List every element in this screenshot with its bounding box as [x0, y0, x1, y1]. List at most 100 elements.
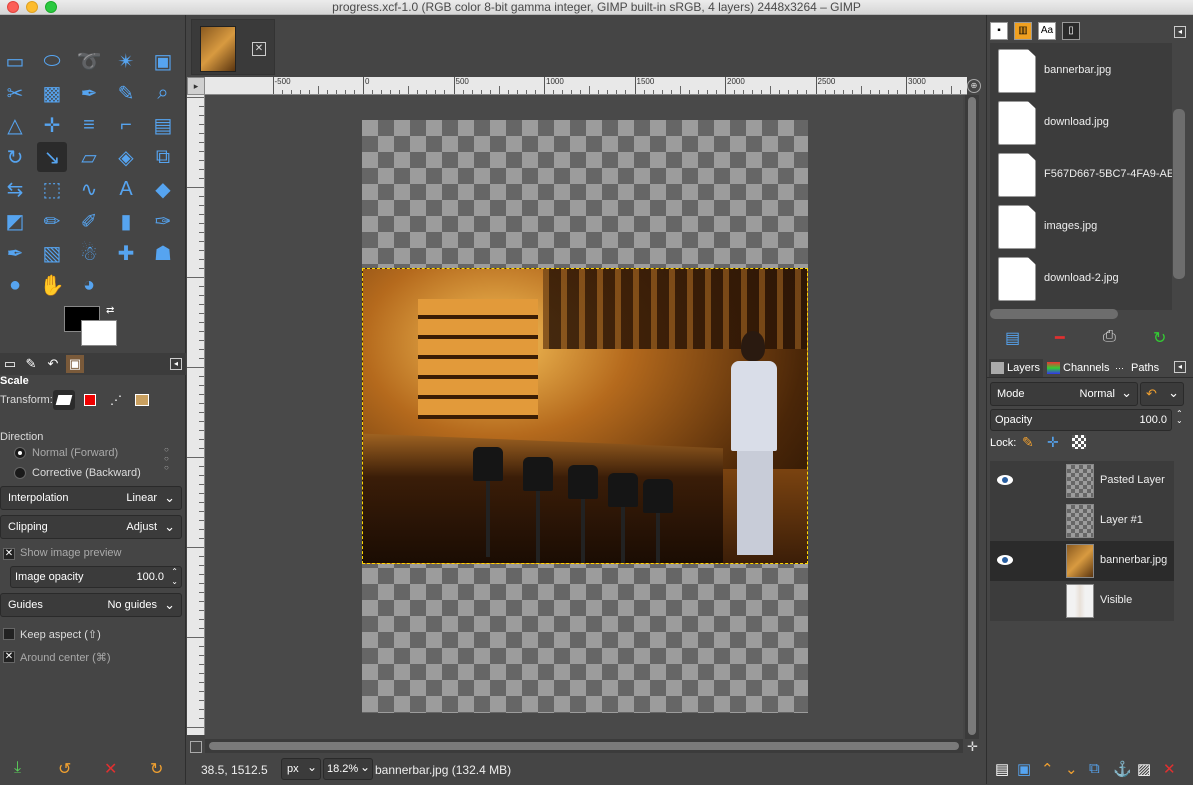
mypaint-brush-icon[interactable]: ▧ — [37, 238, 67, 268]
zoom-select[interactable]: 18.2% ⌄ — [323, 758, 373, 780]
image-tab[interactable]: ✕ — [191, 19, 275, 75]
crop-icon[interactable]: ⌐ — [111, 110, 141, 140]
raise-layer-icon[interactable]: ⌃ — [1041, 760, 1054, 778]
ellipse-select-icon[interactable]: ⬭ — [37, 46, 67, 76]
document-list-scrollbar[interactable] — [1173, 109, 1185, 279]
restore-options-icon[interactable]: ↺ — [58, 759, 71, 779]
fonts-tab-icon[interactable]: Aa — [1038, 22, 1056, 40]
list-item[interactable]: download.jpg — [990, 97, 1172, 149]
list-item[interactable]: images.jpg — [990, 201, 1172, 253]
bucket-fill-icon[interactable]: ◆ — [148, 174, 178, 204]
zoom-icon[interactable]: ⌕ — [148, 78, 178, 108]
transform-layer-icon[interactable] — [53, 390, 75, 410]
clipping-combo[interactable]: Clipping Adjust ⌄ — [0, 515, 182, 539]
brushes-tab-icon[interactable]: ▪ — [990, 22, 1008, 40]
align-icon[interactable]: ≡ — [74, 110, 104, 140]
tab-channels[interactable]: Channels — [1045, 359, 1111, 377]
duplicate-layer-icon[interactable]: ⧉ — [1089, 760, 1100, 777]
flip-icon[interactable]: ⇆ — [0, 174, 30, 204]
unified-transform-icon[interactable]: ▤ — [148, 110, 178, 140]
tab-layers[interactable]: Layers — [989, 359, 1043, 377]
navigate-icon[interactable]: ✛ — [967, 739, 978, 755]
layer-row[interactable]: Pasted Layer — [990, 461, 1174, 501]
eye-icon[interactable] — [996, 474, 1014, 488]
eye-icon[interactable] — [996, 554, 1014, 568]
new-layer-group-icon[interactable]: ▣ — [1017, 760, 1031, 778]
gradient-icon[interactable]: ◩ — [0, 206, 30, 236]
layer-opacity-slider[interactable]: Opacity 100.0 — [990, 409, 1172, 431]
image-layer-bannerbar[interactable] — [362, 268, 808, 564]
lower-layer-icon[interactable]: ⌄ — [1065, 760, 1078, 778]
perspective-clone-icon[interactable]: ☗ — [148, 238, 178, 268]
tool-options-tab-icon[interactable]: ▭ — [1, 355, 19, 373]
patterns-tab-icon[interactable]: ▥ — [1014, 22, 1032, 40]
interpolation-combo[interactable]: Interpolation Linear ⌄ — [0, 486, 182, 510]
composite-mode-combo[interactable]: ↶ ⌄ — [1140, 382, 1184, 406]
eraser-icon[interactable]: ▮ — [111, 206, 141, 236]
vertical-ruler[interactable] — [187, 95, 205, 735]
transform-selection-icon[interactable] — [79, 390, 101, 410]
document-list-hscrollbar[interactable] — [990, 309, 1118, 319]
tab-paths[interactable]: ⋯ Paths — [1113, 359, 1167, 377]
layer-row[interactable]: Layer #1 — [990, 501, 1174, 541]
lock-pixels-icon[interactable]: ✎ — [1022, 434, 1034, 451]
zoom-to-fit-icon[interactable]: ⊕ — [967, 79, 981, 93]
smudge-icon[interactable]: ✋ — [37, 270, 67, 300]
scale-icon[interactable]: ↘ — [37, 142, 67, 172]
horizontal-scrollbar[interactable] — [205, 739, 963, 753]
free-select-icon[interactable]: ➰ — [74, 46, 104, 76]
mode-combo[interactable]: Mode Normal ⌄ — [990, 382, 1138, 406]
warp-icon[interactable]: ∿ — [74, 174, 104, 204]
panel-menu-icon[interactable]: ◂ — [1174, 361, 1186, 373]
transform-path-icon[interactable]: ⋰ — [105, 390, 127, 410]
image-viewport[interactable] — [205, 95, 963, 739]
move-icon[interactable]: ✛ — [37, 110, 67, 140]
reset-options-icon[interactable]: ↻ — [150, 759, 163, 779]
visibility-toggle[interactable] — [996, 514, 1014, 528]
close-icon[interactable]: ✕ — [252, 42, 266, 56]
visibility-toggle[interactable] — [996, 594, 1014, 608]
color-select-icon[interactable]: ▣ — [148, 46, 178, 76]
chain-link-icon[interactable]: ○ ○ ○ — [164, 445, 169, 472]
shear-icon[interactable]: ▱ — [74, 142, 104, 172]
airbrush-icon[interactable]: ✑ — [148, 206, 178, 236]
device-status-tab-icon[interactable]: ✎ — [22, 355, 40, 373]
transform-image-icon[interactable] — [131, 390, 153, 410]
remove-document-icon[interactable]: ━ — [1055, 328, 1065, 348]
rotate-icon[interactable]: ↻ — [0, 142, 30, 172]
perspective-icon[interactable]: ◈ — [111, 142, 141, 172]
print-icon[interactable]: ⎙ — [1103, 328, 1116, 346]
color-picker-icon[interactable]: ✎ — [111, 78, 141, 108]
images-tab-icon[interactable]: ▣ — [66, 355, 84, 373]
fuzzy-select-icon[interactable]: ✴ — [111, 46, 141, 76]
opacity-spinner-icon[interactable]: ⌃ ⌄ — [1176, 410, 1186, 425]
quick-mask-toggle[interactable] — [190, 741, 202, 753]
keep-aspect-checkbox[interactable] — [3, 628, 15, 640]
unit-select[interactable]: px ⌄ — [281, 758, 321, 780]
document-history-tab-icon[interactable]: ▯ — [1062, 22, 1080, 40]
save-options-icon[interactable]: ⤓ — [14, 759, 21, 777]
dodge-burn-icon[interactable]: ◕ — [74, 270, 104, 300]
clone-icon[interactable]: ☃ — [74, 238, 104, 268]
anchor-layer-icon[interactable]: ⚓ — [1113, 760, 1132, 778]
blur-icon[interactable]: ● — [0, 270, 30, 300]
around-center-checkbox[interactable]: ✕ — [3, 651, 15, 663]
vertical-scrollbar[interactable] — [965, 95, 979, 739]
delete-options-icon[interactable]: ✕ — [104, 759, 117, 779]
quick-mask-menu-icon[interactable]: ▸ — [187, 77, 205, 95]
lock-position-icon[interactable]: ✛ — [1047, 434, 1059, 451]
background-color-swatch[interactable] — [81, 320, 117, 346]
heal-icon[interactable]: ✚ — [111, 238, 141, 268]
layer-row[interactable]: bannerbar.jpg — [990, 541, 1174, 581]
ink-icon[interactable]: ✒ — [0, 238, 30, 268]
open-document-icon[interactable]: ▤ — [1005, 328, 1020, 348]
spinner-icon[interactable]: ⌃ ⌄ — [171, 567, 178, 587]
measure-icon[interactable]: △ — [0, 110, 30, 140]
list-item[interactable]: F567D667-5BC7-4FA9-AE0 — [990, 149, 1172, 201]
paintbrush-icon[interactable]: ✐ — [74, 206, 104, 236]
pencil-icon[interactable]: ✏ — [37, 206, 67, 236]
text-icon[interactable]: A — [111, 174, 141, 204]
new-layer-icon[interactable]: ▤ — [995, 760, 1009, 778]
layer-mask-icon[interactable]: ▨ — [1137, 760, 1151, 778]
horizontal-ruler[interactable]: -500 0 500 1000 1500 2000 2500 3000 — [205, 77, 967, 95]
